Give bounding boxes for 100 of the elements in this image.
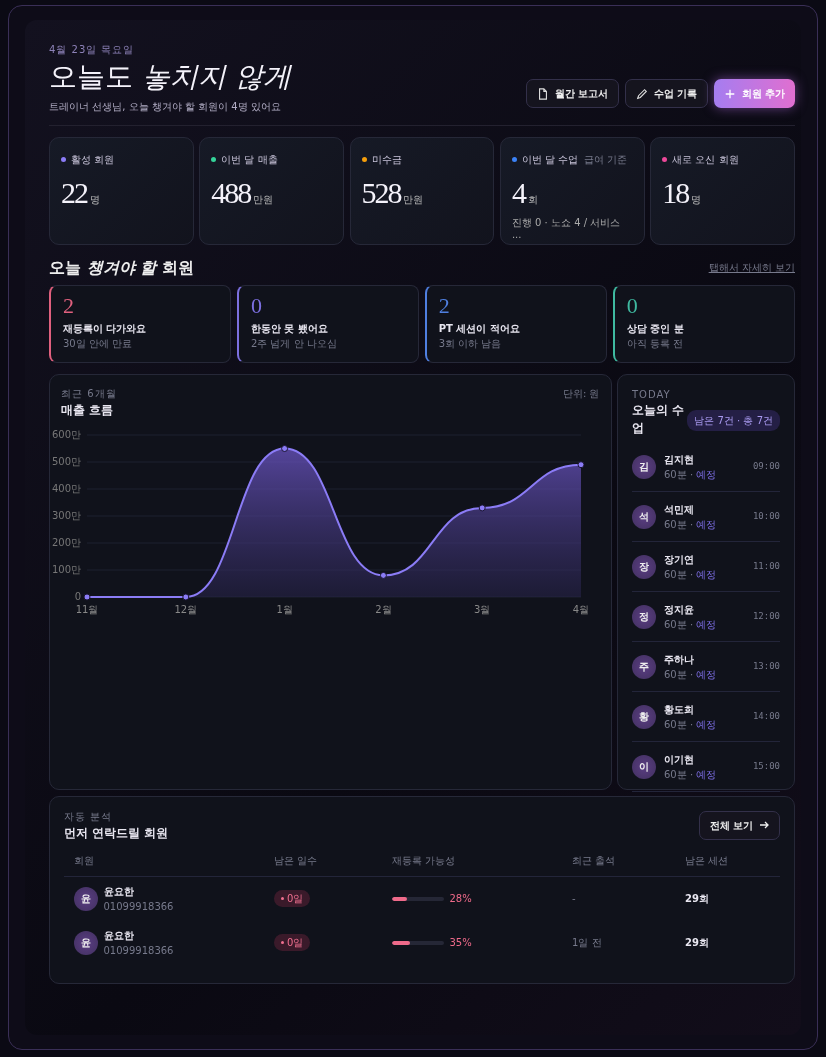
member-name: 정지윤 xyxy=(664,602,695,617)
stat-label: 활성 회원 xyxy=(71,152,115,167)
class-time: 10:00 xyxy=(752,510,780,524)
alert-label: 한동안 못 뵀어요 xyxy=(250,322,329,337)
alert-card[interactable]: 0 한동안 못 뵀어요 2주 넘게 안 나오심 xyxy=(236,285,420,364)
alert-card[interactable]: 2 재등록이 다가와요 30일 안에 만료 xyxy=(49,285,232,364)
alert-description: 2주 넘게 안 나오심 xyxy=(250,337,338,352)
class-duration: 60분 · xyxy=(664,518,695,530)
alert-label: 재등록이 다가와요 xyxy=(63,322,148,337)
alert-count: 2 xyxy=(438,294,451,319)
alert-description: 아직 등록 전 xyxy=(626,337,684,352)
contacts-title: 먼저 연락드릴 회원 xyxy=(64,824,169,842)
page-title: 오늘도 놓치지 않게 xyxy=(49,59,291,94)
data-point xyxy=(281,445,289,453)
chart-title: 매출 흐름 xyxy=(61,402,115,420)
avatar: 장 xyxy=(632,554,656,579)
member-name: 윤요한 xyxy=(103,884,135,899)
class-duration: 60분 · xyxy=(664,568,695,580)
axis-label: 100만 xyxy=(51,564,81,576)
stat-unit: 만원 xyxy=(253,192,274,207)
chart-eyebrow: 최근 6개월 xyxy=(61,387,117,402)
view-all-button[interactable]: 전체 보기 xyxy=(698,810,780,840)
alert-label: PT 세션이 적어요 xyxy=(438,322,521,337)
percent-label: 35% xyxy=(449,936,472,951)
class-status: 예정 xyxy=(696,518,717,530)
stat-unit: 명 xyxy=(89,192,100,207)
member-name: 윤요한 xyxy=(103,928,135,943)
class-duration: 60분 · xyxy=(664,618,695,630)
document-icon xyxy=(536,87,549,100)
class-status: 예정 xyxy=(696,568,717,580)
avatar: 이 xyxy=(632,754,656,779)
plus-icon xyxy=(723,87,736,100)
column-header: 남은 일수 xyxy=(274,853,319,868)
axis-label: 600만 xyxy=(51,429,81,441)
alert-description: 3회 이하 남음 xyxy=(438,337,503,352)
axis-label: 12월 xyxy=(174,604,198,616)
member-name: 주하나 xyxy=(664,652,695,667)
stat-value: 18 xyxy=(662,174,689,211)
class-time: 12:00 xyxy=(752,610,780,624)
column-header: 회원 xyxy=(74,853,95,868)
avatar: 윤 xyxy=(74,886,98,911)
axis-label: 1월 xyxy=(276,604,293,616)
stat-unit: 만원 xyxy=(403,192,424,207)
schedule-title: 오늘의 수업 xyxy=(632,402,685,437)
column-header: 재등록 가능성 xyxy=(392,853,457,868)
alert-description: 30일 안에 만료 xyxy=(63,337,134,352)
data-point xyxy=(83,593,91,601)
details-link[interactable]: 탭해서 자세히 보기 xyxy=(708,260,795,276)
section-title: 오늘 챙겨야 할 회원 xyxy=(49,256,194,279)
alert-count: 0 xyxy=(626,294,639,319)
class-duration: 60분 · xyxy=(664,718,695,730)
days-badge: 0일 xyxy=(274,933,311,951)
member-name: 이기현 xyxy=(664,752,695,767)
stat-value: 22 xyxy=(61,174,87,211)
stat-label: 이번 달 매출 xyxy=(221,152,278,167)
toolbar-button[interactable]: 수업 기록 xyxy=(624,79,708,109)
class-time: 09:00 xyxy=(752,460,780,474)
days-badge: 0일 xyxy=(274,889,311,907)
class-status: 예정 xyxy=(696,468,717,480)
alert-card[interactable]: 0 상담 중인 분 아직 등록 전 xyxy=(612,285,795,364)
arrow-icon xyxy=(759,820,769,831)
avatar: 정 xyxy=(632,604,656,629)
class-status: 예정 xyxy=(696,668,717,680)
class-time: 13:00 xyxy=(752,660,780,674)
avatar: 석 xyxy=(632,504,656,529)
date-label: 4월 23일 목요일 xyxy=(49,43,136,57)
pencil-icon xyxy=(635,87,648,100)
stat-unit: 명 xyxy=(690,192,701,207)
axis-label: 2월 xyxy=(375,604,392,616)
avatar: 윤 xyxy=(74,930,98,955)
phone-number: 01099918366 xyxy=(103,899,174,914)
stat-unit: 회 xyxy=(527,192,538,207)
class-status: 예정 xyxy=(696,718,717,730)
stat-note: 급여 기준 xyxy=(583,152,627,167)
axis-label: 200만 xyxy=(51,537,81,549)
alert-label: 상담 중인 분 xyxy=(626,322,685,337)
avatar: 김 xyxy=(632,454,656,479)
phone-number: 01099918366 xyxy=(103,943,174,958)
axis-label: 500만 xyxy=(51,456,81,468)
class-duration: 60분 · xyxy=(664,768,695,780)
toolbar-button[interactable]: 월간 보고서 xyxy=(525,79,620,109)
axis-label: 400만 xyxy=(51,483,81,495)
alert-count: 2 xyxy=(63,294,75,319)
last-attendance: - xyxy=(572,892,577,907)
member-name: 석민제 xyxy=(664,502,695,517)
stat-label: 새로 오신 회원 xyxy=(672,152,739,167)
alert-count: 0 xyxy=(250,294,263,319)
stat-label: 이번 달 수업 xyxy=(521,152,579,167)
stat-value: 4 xyxy=(511,174,525,211)
member-name: 황도희 xyxy=(664,702,695,717)
class-time: 15:00 xyxy=(752,760,780,774)
avatar: 주 xyxy=(632,654,656,679)
percent-label: 28% xyxy=(449,892,472,907)
stat-value: 528 xyxy=(361,174,401,211)
unit-label: 단위: 원 xyxy=(562,387,600,402)
data-point xyxy=(478,504,486,512)
alert-card[interactable]: 2 PT 세션이 적어요 3회 이하 남음 xyxy=(424,285,608,364)
axis-label: 300만 xyxy=(51,510,81,522)
class-status: 예정 xyxy=(696,768,717,780)
avatar: 황 xyxy=(632,704,656,729)
